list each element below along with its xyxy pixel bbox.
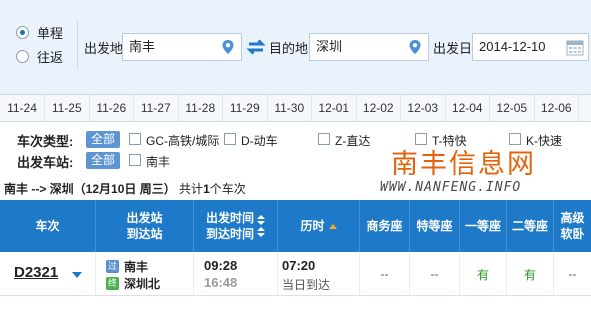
date-tab[interactable]: 11-25: [45, 95, 90, 121]
cell-first: 有: [460, 252, 507, 296]
train-type-all-button[interactable]: 全部: [86, 131, 120, 148]
col-business: 商务座: [360, 200, 410, 252]
from-label: 出发地: [84, 41, 124, 56]
type-label-gc: GC-高铁/城际: [146, 134, 220, 148]
trip-type-group: 单程 往返: [0, 20, 78, 70]
from-station[interactable]: 南丰: [124, 258, 148, 275]
date-tab[interactable]: 12-01: [312, 95, 357, 121]
col-second-label: 二等座: [511, 219, 548, 233]
swap-icon[interactable]: [245, 38, 267, 56]
col-first-label: 一等座: [464, 219, 501, 233]
col-soft-label-1: 高级: [560, 211, 585, 225]
date-tab[interactable]: 12-05: [490, 95, 535, 121]
col-second: 二等座: [507, 200, 554, 252]
sort-icon[interactable]: [257, 215, 265, 237]
col-duration[interactable]: 历时: [278, 200, 360, 252]
station-checkbox-label: 南丰: [146, 155, 171, 169]
type-label-d: D-动车: [241, 134, 278, 148]
date-tab[interactable]: 11-30: [268, 95, 312, 121]
cell-train: D2321: [0, 252, 96, 296]
date-tab[interactable]: 11-26: [90, 95, 134, 121]
col-stations-to: 到达站: [126, 227, 163, 241]
date-tabs: 11-24 11-25 11-26 11-27 11-28 11-29 11-3…: [0, 95, 591, 122]
search-panel: 单程 往返 出发地 南丰 目的地 深圳 出发日 2014-12-10: [0, 0, 591, 95]
col-train-label: 车次: [35, 219, 60, 233]
pass-station-icon: 过: [106, 260, 119, 273]
col-soft: 高级 软卧: [554, 200, 591, 252]
calendar-icon[interactable]: [566, 39, 584, 56]
depart-time: 09:28: [204, 258, 238, 273]
date-tab[interactable]: 12-06: [535, 95, 579, 121]
location-pin-icon[interactable]: [408, 39, 422, 55]
expand-caret-icon[interactable]: [72, 272, 82, 278]
watermark-url: WWW.NANFENG.INFO: [380, 180, 522, 195]
sort-ascending-icon[interactable]: [328, 223, 337, 229]
to-input[interactable]: 深圳: [309, 33, 429, 61]
cell-times: 09:28 16:48: [194, 252, 278, 296]
trip-option-roundtrip[interactable]: 往返: [0, 44, 77, 68]
date-tab[interactable]: 11-24: [0, 95, 45, 121]
station-checkbox[interactable]: [129, 154, 141, 166]
trip-option-label: 单程: [37, 25, 64, 41]
date-label: 出发日: [433, 41, 473, 56]
train-number-link[interactable]: D2321: [14, 264, 58, 281]
type-label-z: Z-直达: [335, 134, 371, 148]
col-times-arrive: 到达时间: [205, 227, 254, 241]
type-checkbox-gc[interactable]: [129, 133, 141, 145]
cell-duration: 07:20 当日到达: [278, 252, 360, 296]
terminal-station-icon: 终: [106, 277, 119, 290]
col-times[interactable]: 出发时间 到达时间: [194, 200, 278, 252]
date-tab[interactable]: 11-28: [179, 95, 223, 121]
date-tab[interactable]: 12-02: [357, 95, 401, 121]
route-summary: 南丰 --> 深圳（12月10日 周三） 共计1个车次: [4, 180, 246, 197]
location-pin-icon[interactable]: [221, 39, 235, 55]
to-station[interactable]: 深圳北: [124, 275, 160, 292]
departure-station-label: 出发车站:: [17, 155, 74, 170]
count-prefix: 共计: [179, 182, 204, 196]
train-count: 1: [203, 182, 210, 196]
radio-oneway[interactable]: [16, 25, 29, 39]
col-train: 车次: [0, 200, 96, 252]
radio-roundtrip[interactable]: [16, 49, 29, 63]
from-value: 南丰: [129, 39, 156, 54]
table-row: D2321 过 南丰 终 深圳北 09:28 16:48 07:20 当日到达 …: [0, 252, 591, 296]
cell-second: 有: [507, 252, 554, 296]
trip-option-oneway[interactable]: 单程: [0, 20, 77, 44]
route-summary-text: 南丰 --> 深圳（12月10日 周三）: [4, 182, 176, 196]
col-stations: 出发站 到达站: [96, 200, 194, 252]
duration: 07:20: [282, 258, 316, 273]
to-value: 深圳: [316, 39, 343, 54]
trip-option-label: 往返: [37, 49, 64, 65]
watermark-logo-text: 南丰信息网: [391, 149, 536, 180]
date-tab[interactable]: 12-04: [446, 95, 490, 121]
date-tab[interactable]: 11-27: [134, 95, 179, 121]
col-times-depart: 出发时间: [205, 211, 254, 225]
cell-business: --: [360, 252, 410, 296]
date-value: 2014-12-10: [479, 39, 546, 54]
results-table-header: 车次 出发站 到达站 出发时间 到达时间 历时 商务座 特等座 一等座 二等座 …: [0, 200, 591, 252]
to-label: 目的地: [269, 41, 309, 56]
count-suffix: 个车次: [209, 182, 246, 196]
date-tab[interactable]: 11-29: [223, 95, 268, 121]
date-tab[interactable]: 12-03: [401, 95, 446, 121]
from-input[interactable]: 南丰: [122, 33, 242, 61]
arrive-time: 16:48: [204, 275, 238, 290]
col-first: 一等座: [460, 200, 507, 252]
cell-special: --: [410, 252, 460, 296]
type-checkbox-z[interactable]: [318, 133, 330, 145]
cell-soft: --: [568, 267, 577, 281]
type-checkbox-d[interactable]: [224, 133, 236, 145]
col-soft-label-2: 软卧: [560, 227, 585, 241]
duration-note: 当日到达: [282, 278, 331, 292]
station-all-button[interactable]: 全部: [86, 152, 120, 169]
cell-stations: 过 南丰 终 深圳北: [96, 252, 194, 296]
col-special-label: 特等座: [416, 219, 453, 233]
col-special: 特等座: [410, 200, 460, 252]
train-type-label: 车次类型:: [17, 134, 74, 149]
col-business-label: 商务座: [366, 219, 403, 233]
date-input[interactable]: 2014-12-10: [472, 33, 589, 61]
col-duration-label: 历时: [300, 219, 325, 233]
col-stations-from: 出发站: [126, 211, 163, 225]
